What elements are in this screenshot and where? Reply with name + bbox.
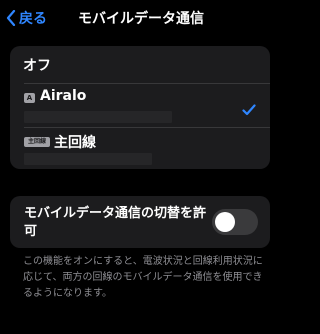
checkmark-icon: [242, 101, 256, 120]
redacted-phone-number: [24, 153, 152, 165]
data-switching-toggle[interactable]: [212, 209, 258, 235]
data-switching-label: モバイルデータ通信の切替を許可: [24, 206, 207, 239]
navigation-bar: 戻る モバイルデータ通信: [0, 0, 282, 36]
line-selection-group: オフ A Airalo 主回線 主回線: [10, 46, 270, 169]
line-name-primary: 主回線: [54, 135, 96, 151]
line-option-primary[interactable]: 主回線 主回線: [10, 127, 270, 169]
data-switching-group: モバイルデータ通信の切替を許可: [10, 196, 270, 248]
line-option-airalo[interactable]: A Airalo: [10, 83, 270, 127]
redacted-phone-number: [24, 111, 172, 123]
mobile-data-screen: 戻る モバイルデータ通信 オフ A Airalo 主回線 主回線 モバイルデータ…: [0, 0, 282, 334]
off-label: オフ: [23, 58, 51, 74]
line-name-airalo: Airalo: [40, 88, 87, 104]
line-badge-primary: 主回線: [24, 137, 50, 147]
line-badge-a: A: [24, 93, 35, 103]
data-switching-footnote: この機能をオンにすると、電波状況と回線利用状況に応じて、両方の回線のモバイルデー…: [23, 256, 263, 299]
toggle-knob: [215, 212, 235, 232]
page-title: モバイルデータ通信: [78, 11, 204, 27]
line-option-off[interactable]: オフ: [10, 46, 270, 83]
